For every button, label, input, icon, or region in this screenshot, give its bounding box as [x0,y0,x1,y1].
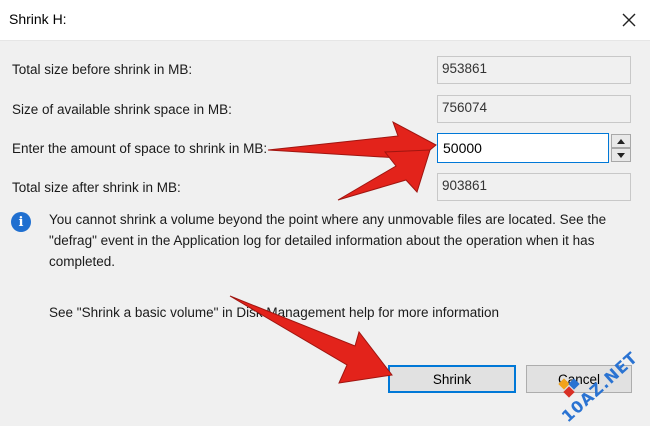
info-message: You cannot shrink a volume beyond the po… [49,212,607,269]
shrink-button[interactable]: Shrink [388,365,516,393]
chevron-up-icon [617,138,625,144]
red-arrow-upper [267,120,437,175]
cancel-button[interactable]: Cancel [526,365,632,393]
total-after-value: 903861 [437,173,631,201]
total-before-label: Total size before shrink in MB: [12,62,193,77]
chevron-down-icon [617,152,625,158]
info-icon: i [11,212,31,232]
available-space-value: 756074 [437,95,631,123]
window-title: Shrink H: [9,11,67,27]
total-before-value: 953861 [437,56,631,84]
close-button[interactable] [614,5,644,35]
spin-down-button[interactable] [611,148,631,162]
spin-up-button[interactable] [611,134,631,148]
shrink-amount-label: Enter the amount of space to shrink in M… [12,141,268,156]
shrink-amount-input[interactable] [437,133,609,163]
total-after-label: Total size after shrink in MB: [12,180,181,195]
available-space-label: Size of available shrink space in MB: [12,102,232,117]
help-message: See "Shrink a basic volume" in Disk Mana… [49,305,500,320]
title-bar: Shrink H: [0,0,650,41]
close-icon [622,13,636,27]
red-arrow-middle [337,149,431,201]
